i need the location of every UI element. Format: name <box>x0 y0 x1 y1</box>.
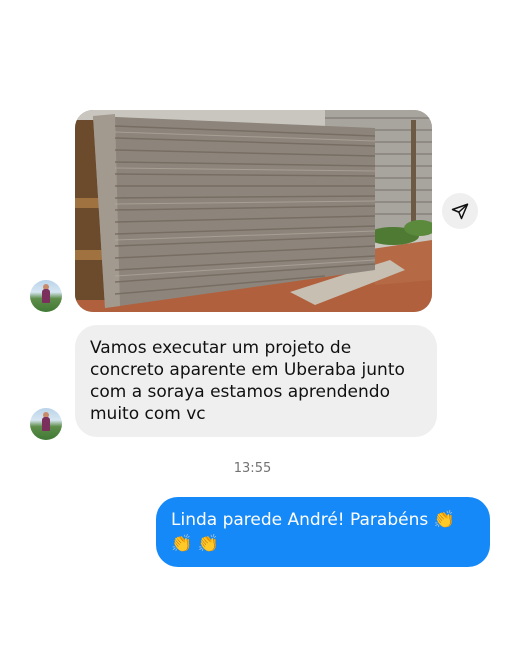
outgoing-message-bubble[interactable]: Linda parede André! Parabéns 👏 👏 👏 <box>156 497 490 567</box>
incoming-message-bubble[interactable]: Vamos executar um projeto de concreto ap… <box>75 325 437 437</box>
concrete-wall-photo-icon <box>75 110 432 312</box>
avatar-figure <box>42 289 50 303</box>
share-button[interactable] <box>442 193 478 229</box>
sender-avatar[interactable] <box>30 408 62 440</box>
message-timestamp: 13:55 <box>233 461 272 476</box>
avatar-figure <box>42 417 50 431</box>
incoming-message-text: Vamos executar um projeto de concreto ap… <box>90 338 405 424</box>
outgoing-message-text: Linda parede André! Parabéns 👏 👏 👏 <box>171 510 455 554</box>
sender-avatar[interactable] <box>30 280 62 312</box>
chat-thread: Vamos executar um projeto de concreto ap… <box>0 0 505 662</box>
message-photo[interactable] <box>75 110 432 312</box>
paper-plane-icon <box>451 203 469 220</box>
